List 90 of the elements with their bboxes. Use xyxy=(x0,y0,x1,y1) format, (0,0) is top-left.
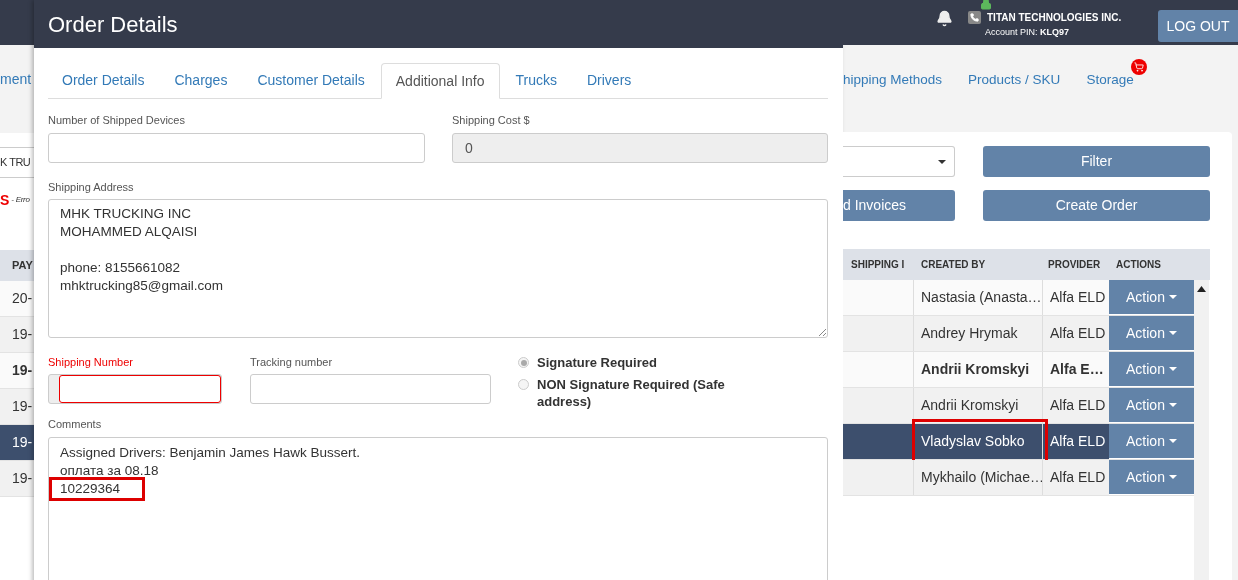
caret-icon xyxy=(1168,439,1177,443)
table-row[interactable]: Andrii Kromskyi Alfa ELD Action xyxy=(843,388,1194,424)
radio-label[interactable]: NON Signature Required (Safe address) xyxy=(537,376,738,410)
address-line: phone: 8155661082 xyxy=(60,259,182,277)
address-line: mhktrucking85@gmail.com xyxy=(60,277,224,295)
caret-icon xyxy=(1168,367,1177,371)
table-cell: 19- xyxy=(0,353,34,389)
table-cell: 19- xyxy=(0,425,34,461)
input-field[interactable] xyxy=(48,373,222,404)
caret-icon xyxy=(1168,295,1177,299)
table-cell-text: Alfa E… xyxy=(1050,360,1104,379)
table-row[interactable]: Andrey Hrymak Alfa ELD Action xyxy=(843,316,1194,352)
tab[interactable]: Customer Details xyxy=(243,63,379,98)
caret-icon xyxy=(938,159,946,164)
table-cell-text: Alfa ELD xyxy=(1050,288,1106,307)
table-cell-text: Andrii Kromskyi xyxy=(921,360,1030,379)
filter-button[interactable]: Filter xyxy=(983,146,1210,177)
table-cell-text: Alfa ELD xyxy=(1050,324,1106,343)
nav-link[interactable]: Storage xyxy=(1086,71,1134,87)
table-cell: 19- xyxy=(0,389,34,425)
table-cell-text: Alfa ELD xyxy=(1050,396,1106,415)
tab[interactable]: Charges xyxy=(160,63,242,98)
table-cell-text: Andrey Hrymak xyxy=(921,324,1018,343)
lock-icon xyxy=(980,0,992,10)
action-button[interactable]: Action xyxy=(1109,316,1194,351)
field-label: Comments xyxy=(48,417,103,432)
table-cell: Vladyslav Sobko xyxy=(915,422,1045,461)
search-text: K TRU xyxy=(0,155,31,171)
caret-icon xyxy=(1168,475,1177,479)
table-row[interactable]: Nastasia (Anasta… Alfa ELD Action xyxy=(843,280,1194,316)
column-header: ACTIONS xyxy=(1115,258,1162,272)
table-cell-text: Mykhailo (Michae… xyxy=(921,468,1044,487)
invoices-button[interactable]: d Invoices xyxy=(843,190,955,221)
action-button[interactable]: Action xyxy=(1109,460,1194,495)
action-button[interactable]: Action xyxy=(1109,424,1194,459)
resize-grip-icon[interactable] xyxy=(818,328,826,336)
address-textarea[interactable]: MHK TRUCKING INC MOHAMMED ALQAISI phone: 8155661082 mhktrucking85@gmail.com xyxy=(48,199,828,338)
address-line: MHK TRUCKING INC xyxy=(60,205,192,223)
column-header: PROVIDER xyxy=(1047,258,1102,272)
tab[interactable]: Additional Info xyxy=(380,63,500,99)
table-cell-text: Alfa ELD xyxy=(1050,432,1106,451)
column-header: CREATED BY xyxy=(920,258,987,272)
modal-title: Order Details xyxy=(48,10,178,39)
nav-link[interactable]: ment xyxy=(0,71,32,87)
action-button[interactable]: Action xyxy=(1109,280,1194,315)
account-pin: Account PIN: KLQ97 xyxy=(985,27,1070,37)
input-field[interactable] xyxy=(250,373,491,404)
tab[interactable]: Trucks xyxy=(501,63,571,98)
column-header: SHIPPING I xyxy=(850,258,906,272)
input-field[interactable] xyxy=(48,132,425,163)
phone-icon xyxy=(968,11,981,24)
field-label: Tracking number xyxy=(250,355,334,370)
address-line: MOHAMMED ALQAISI xyxy=(60,223,199,241)
logout-button[interactable]: LOG OUT xyxy=(1158,10,1238,42)
tab[interactable]: Order Details xyxy=(48,63,159,98)
radio-button[interactable] xyxy=(518,379,529,390)
table-row[interactable]: Andrii Kromskyi Alfa E… Action xyxy=(843,352,1194,388)
caret-icon xyxy=(1168,403,1177,407)
create-order-button[interactable]: Create Order xyxy=(983,190,1210,221)
field-label: Shipping Number xyxy=(48,355,134,370)
radio-button[interactable] xyxy=(518,357,529,368)
comment-line: оплата за 08.18 xyxy=(60,461,159,480)
field-label: Shipping Address xyxy=(48,179,135,195)
nav-link[interactable]: hipping Methods xyxy=(843,71,943,87)
column-header: PAY xyxy=(12,258,33,274)
comment-line: 10229364 xyxy=(52,479,143,498)
field-label: Shipping Cost $ xyxy=(452,113,531,128)
bell-icon[interactable] xyxy=(936,10,953,27)
error-text: - Erro xyxy=(11,194,30,206)
error-mark: S xyxy=(0,190,10,210)
radio-label[interactable]: Signature Required xyxy=(537,354,657,371)
comments-textarea[interactable]: Assigned Drivers: Benjamin James Hawk Bussert. оплата за 08.18 10229364 xyxy=(48,436,828,580)
company-name: TITAN TECHNOLOGIES INC. xyxy=(987,11,1122,25)
comment-line: Assigned Drivers: Benjamin James Hawk Bussert. xyxy=(60,443,361,462)
table-cell-text: Alfa ELD xyxy=(1050,468,1106,487)
action-button[interactable]: Action xyxy=(1109,388,1194,423)
caret-icon xyxy=(1168,331,1177,335)
dropdown-field[interactable] xyxy=(843,146,955,177)
tab[interactable]: Drivers xyxy=(573,63,646,98)
table-cell-text: Andrii Kromskyi xyxy=(921,396,1019,415)
field-label: Number of Shipped Devices xyxy=(48,113,186,128)
table-cell-text: Nastasia (Anasta… xyxy=(921,288,1042,307)
action-button[interactable]: Action xyxy=(1109,352,1194,387)
table-cell: 20- xyxy=(0,281,34,317)
table-row[interactable]: Mykhailo (Michae… Alfa ELD Action xyxy=(843,460,1194,496)
table-cell: 19- xyxy=(0,317,34,353)
scroll-up-icon[interactable] xyxy=(1197,286,1206,292)
scrollbar[interactable] xyxy=(1194,280,1209,580)
table-cell: 19- xyxy=(0,461,34,497)
nav-link[interactable]: Products / SKU xyxy=(968,71,1061,87)
